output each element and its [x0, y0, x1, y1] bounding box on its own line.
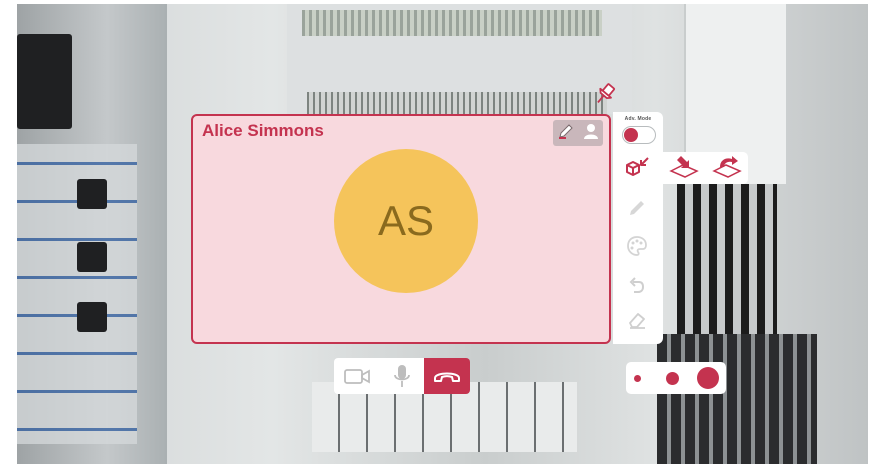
annotation-toolbar: Adv. Mode [613, 112, 663, 344]
toggle-knob [624, 128, 638, 142]
brush-size-small[interactable] [634, 375, 641, 382]
terminal-strip-top [302, 10, 602, 36]
color-palette-button[interactable] [623, 232, 651, 260]
pin-icon[interactable] [592, 81, 618, 107]
palette-icon [627, 236, 647, 256]
avatar-initials: AS [377, 197, 435, 244]
end-call-button[interactable] [424, 358, 470, 394]
3d-tool-flyout [663, 152, 748, 184]
adv-mode-toggle[interactable] [622, 126, 656, 144]
place-arrow-curve-button[interactable] [711, 153, 742, 184]
annotate-pen-icon [557, 122, 575, 145]
connector-1 [77, 179, 107, 209]
undo-button[interactable] [623, 272, 651, 300]
participant-name: Alice Simmons [202, 121, 324, 140]
connector-2 [77, 242, 107, 272]
hang-up-phone-icon [434, 372, 460, 382]
brush-size-selector [626, 362, 726, 394]
pencil-icon [630, 201, 644, 215]
3d-box-tool-button[interactable] [623, 154, 651, 182]
arrow-down-on-plane-icon [669, 155, 700, 178]
eraser-icon [629, 313, 645, 329]
call-controls [334, 358, 470, 394]
connector-3 [77, 302, 107, 332]
tile-status-icons [553, 120, 603, 146]
lower-right-terminals [657, 334, 817, 464]
brush-size-large[interactable] [697, 367, 719, 389]
3d-box-icon [626, 157, 649, 176]
meter-block [17, 34, 72, 129]
eraser-button[interactable] [623, 306, 651, 334]
undo-icon [629, 277, 645, 293]
pen-tool-button[interactable] [623, 194, 651, 222]
camera-toggle-button[interactable] [334, 358, 379, 394]
brush-size-medium[interactable] [666, 372, 679, 385]
terminal-strip-mid [307, 92, 607, 114]
place-arrow-down-button[interactable] [669, 153, 700, 184]
user-icon [582, 122, 600, 145]
curved-arrow-on-plane-icon [711, 155, 742, 178]
video-camera-icon [343, 369, 370, 384]
cable-bundle [677, 184, 777, 354]
microphone-icon [393, 365, 410, 387]
adv-mode-label: Adv. Mode [624, 116, 652, 122]
microphone-toggle-button[interactable] [379, 358, 424, 394]
participant-video-tile[interactable]: Alice Simmons AS [191, 114, 611, 344]
participant-avatar: AS [334, 149, 478, 293]
